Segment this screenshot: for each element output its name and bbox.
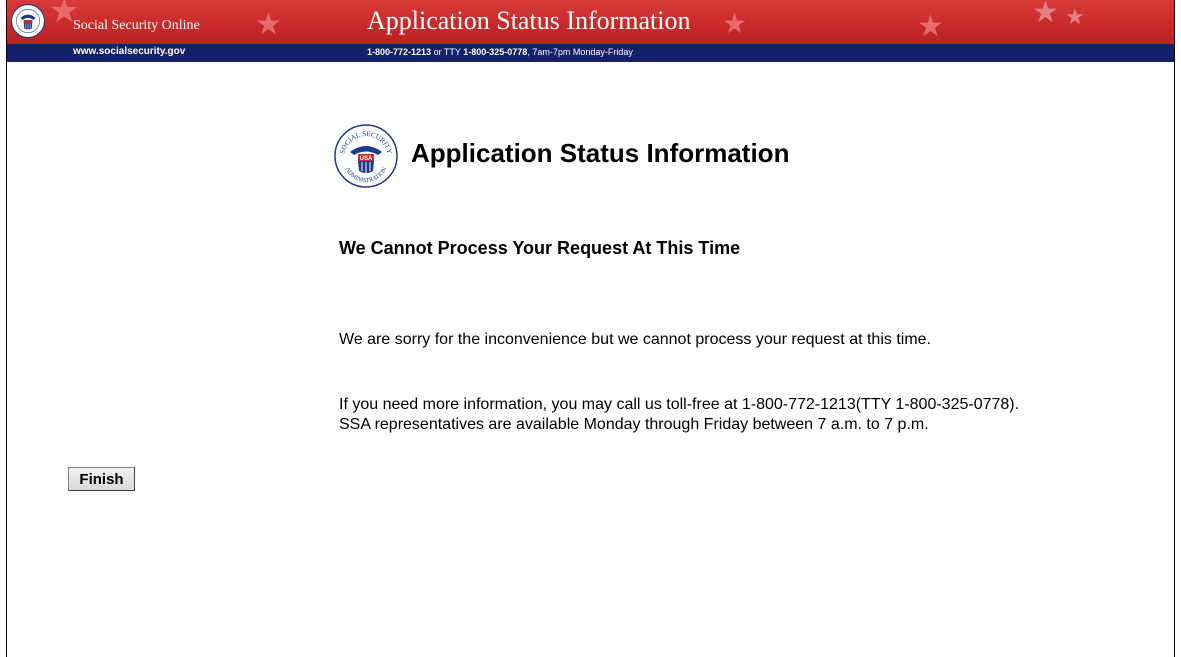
phone-or: or TTY — [431, 47, 464, 57]
header-banner: ★ ★ ★ ★ ★ ★ Social Security Online Appli… — [7, 0, 1174, 44]
phone-primary: 1-800-772-1213 — [367, 47, 432, 57]
star-decoration: ★ — [255, 8, 282, 41]
finish-button[interactable]: Finish — [68, 467, 135, 491]
ssa-seal-icon: SOCIAL SECURITY ADMINISTRATION USA — [334, 124, 398, 188]
star-decoration: ★ — [722, 8, 748, 39]
star-decoration: ★ — [917, 10, 944, 43]
phone-hours: , 7am-7pm Monday-Friday — [527, 47, 633, 57]
star-decoration: ★ — [1032, 0, 1059, 29]
site-name: Social Security Online — [73, 18, 200, 33]
contact-info-text: If you need more information, you may ca… — [339, 396, 1020, 433]
phone-info: 1-800-772-1213 or TTY 1-800-325-0778, 7a… — [367, 47, 633, 57]
page-frame: ★ ★ ★ ★ ★ ★ Social Security Online Appli… — [6, 0, 1175, 657]
banner-title: Application Status Information — [367, 6, 691, 35]
error-heading: We Cannot Process Your Request At This T… — [339, 238, 741, 258]
site-url-link[interactable]: www.socialsecurity.gov — [73, 46, 185, 57]
page-title: Application Status Information — [411, 138, 790, 168]
star-decoration: ★ — [1065, 4, 1085, 29]
ssa-seal-logo-icon[interactable] — [11, 4, 45, 38]
phone-tty: 1-800-325-0778 — [463, 47, 528, 57]
contact-bar: www.socialsecurity.gov 1-800-772-1213 or… — [7, 44, 1174, 62]
apology-text: We are sorry for the inconvenience but w… — [339, 331, 931, 348]
